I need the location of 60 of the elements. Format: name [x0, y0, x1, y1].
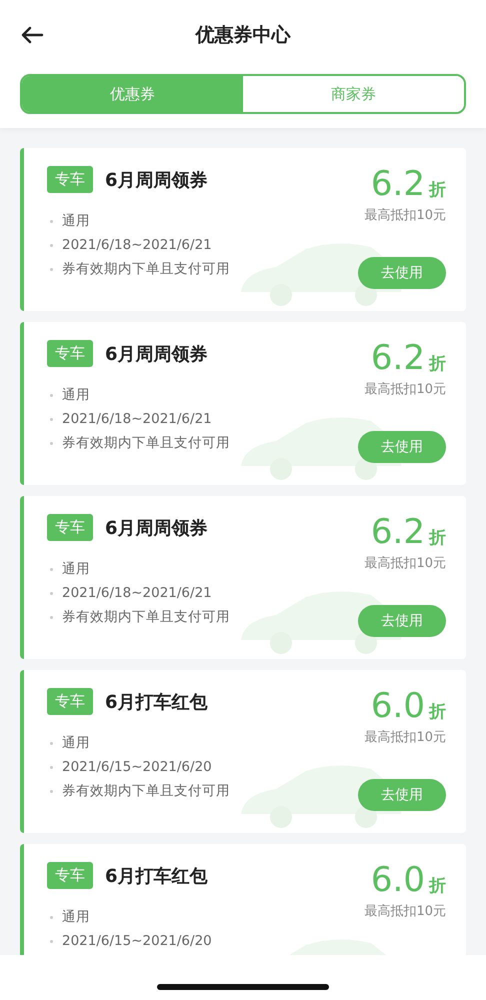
use-button[interactable]: 去使用: [358, 431, 446, 463]
coupon-title: 6月打车红包: [105, 690, 208, 714]
page-title: 优惠券中心: [196, 23, 290, 48]
coupon-detail: 券有效期内下单且支付可用: [62, 260, 230, 279]
coupon-detail: 2021/6/18~2021/6/21: [62, 584, 212, 603]
coupon-title: 6月打车红包: [105, 864, 208, 888]
category-tag: 专车: [47, 688, 93, 715]
bullet-icon: [50, 592, 53, 594]
bullet-icon: [50, 766, 53, 768]
bullet-icon: [50, 442, 53, 444]
discount-unit: 折: [429, 875, 446, 897]
discount-cap: 最高抵扣10元: [364, 555, 446, 572]
coupon-detail: 券有效期内下单且支付可用: [62, 608, 230, 627]
bullet-icon: [50, 268, 53, 270]
category-tag: 专车: [47, 862, 93, 889]
use-button[interactable]: 去使用: [358, 779, 446, 811]
coupon-detail: 通用: [62, 560, 90, 579]
coupon-detail: 通用: [62, 734, 90, 753]
category-tag: 专车: [47, 340, 93, 367]
coupon-detail: 通用: [62, 908, 90, 927]
discount-cap: 最高抵扣10元: [364, 903, 446, 920]
discount-value: 6.2: [370, 338, 425, 378]
use-button[interactable]: 去使用: [358, 257, 446, 289]
coupon-title: 6月周周领券: [105, 516, 208, 540]
coupon-detail: 通用: [62, 386, 90, 405]
category-tag: 专车: [47, 166, 93, 193]
category-tag: 专车: [47, 514, 93, 541]
tab[interactable]: 优惠券: [22, 76, 243, 112]
discount-cap: 最高抵扣10元: [364, 207, 446, 224]
coupon-detail: 2021/6/18~2021/6/21: [62, 236, 212, 255]
discount-value: 6.2: [370, 164, 425, 204]
bullet-icon: [50, 616, 53, 618]
bullet-icon: [50, 244, 53, 246]
discount-unit: 折: [429, 179, 446, 201]
discount-value: 6.2: [370, 512, 425, 552]
discount-cap: 最高抵扣10元: [364, 729, 446, 746]
coupon-detail: 券有效期内下单且支付可用: [62, 434, 230, 453]
bullet-icon: [50, 790, 53, 792]
coupon-detail: 券有效期内下单且支付可用: [62, 782, 230, 801]
bullet-icon: [50, 220, 53, 222]
discount-unit: 折: [429, 527, 446, 549]
use-button[interactable]: 去使用: [358, 605, 446, 637]
bullet-icon: [50, 940, 53, 942]
coupon-detail: 通用: [62, 212, 90, 231]
bullet-icon: [50, 742, 53, 744]
bullet-icon: [50, 568, 53, 570]
bullet-icon: [50, 418, 53, 420]
coupon-title: 6月周周领券: [105, 168, 208, 192]
bullet-icon: [50, 916, 53, 918]
discount-value: 6.0: [370, 860, 425, 900]
discount-unit: 折: [429, 701, 446, 723]
coupon-detail: 2021/6/15~2021/6/20: [62, 932, 212, 951]
coupon-detail: 2021/6/15~2021/6/20: [62, 758, 212, 777]
coupon-title: 6月周周领券: [105, 342, 208, 366]
back-arrow-icon[interactable]: [20, 26, 44, 44]
discount-cap: 最高抵扣10元: [364, 381, 446, 398]
coupon-detail: 2021/6/18~2021/6/21: [62, 410, 212, 429]
discount-unit: 折: [429, 353, 446, 375]
bullet-icon: [50, 394, 53, 396]
discount-value: 6.0: [370, 686, 425, 726]
